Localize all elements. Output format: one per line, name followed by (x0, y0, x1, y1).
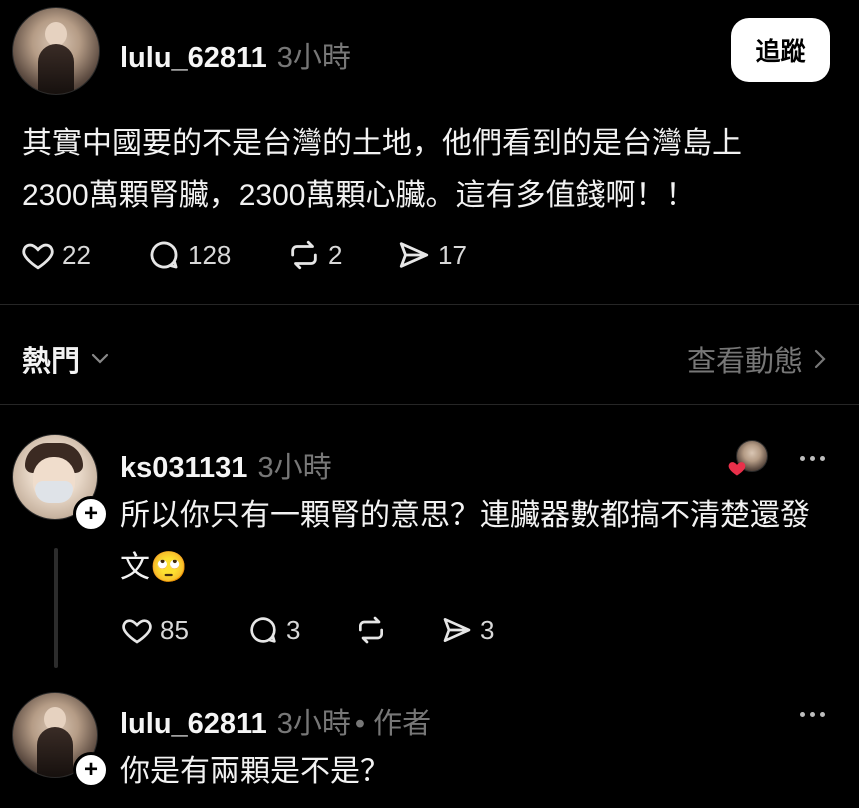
send-icon (399, 242, 429, 268)
comment-icon (250, 617, 276, 643)
view-activity-link[interactable]: 查看動態 (687, 338, 827, 380)
heart-icon (22, 243, 54, 270)
share-button[interactable]: 3 (440, 614, 494, 646)
comment-button[interactable]: 3 (246, 614, 300, 646)
like-button[interactable]: 22 (20, 238, 91, 272)
follow-button-label: 追蹤 (755, 38, 806, 66)
heart-icon (122, 619, 152, 644)
post-actions: 22 128 2 17 (20, 236, 520, 276)
sort-dropdown[interactable]: 熱門 (22, 338, 110, 380)
repost-button[interactable]: 2 (286, 238, 342, 272)
post-time: 3小時 (276, 42, 351, 74)
comment-text-line: 文🙄 (120, 551, 188, 584)
comment-header: ks031131 3小時 (120, 444, 332, 486)
comment-time: 3小時 (257, 452, 332, 484)
chevron-down-icon (91, 353, 109, 364)
post-text-line: 2300萬顆腎臟，2300萬顆心臟。這有多值錢啊！！ (22, 179, 696, 212)
follow-plus-button[interactable]: + (73, 752, 109, 788)
follow-plus-button[interactable]: + (73, 496, 109, 532)
share-count: 17 (438, 239, 467, 270)
view-activity-label: 查看動態 (686, 346, 803, 378)
like-count: 85 (160, 614, 189, 645)
comment-icon (150, 241, 178, 269)
repost-icon (359, 616, 383, 644)
comment-button[interactable]: 128 (146, 238, 231, 272)
more-options-button[interactable] (800, 456, 825, 461)
share-button[interactable]: 17 (396, 238, 467, 272)
repost-button[interactable] (354, 614, 388, 646)
repost-count: 2 (328, 239, 343, 270)
comment-username[interactable]: ks031131 (120, 452, 247, 485)
thread-line (54, 548, 58, 668)
more-options-button[interactable] (800, 712, 825, 717)
post-text-line: 其實中國要的不是台灣的土地，他們看到的是台灣島上 (22, 127, 742, 160)
share-count: 3 (480, 614, 495, 645)
comment-username[interactable]: lulu_62811 (120, 708, 267, 741)
comment-text-line: 所以你只有一顆腎的意思？連臟器數都搞不清楚還發 (120, 499, 810, 532)
comment-text: 所以你只有一顆腎的意思？連臟器數都搞不清楚還發 文🙄 (120, 490, 840, 594)
divider (0, 404, 859, 405)
post-username[interactable]: lulu_62811 (120, 42, 267, 75)
post-header: lulu_62811 3小時 (120, 34, 351, 76)
comment-text: 你是有兩顆是不是？ (120, 755, 390, 788)
post-avatar[interactable] (12, 7, 100, 95)
comment-header: lulu_62811 3小時 • 作者 (120, 700, 431, 742)
comment-count: 128 (188, 239, 232, 270)
divider (0, 304, 859, 305)
comment-count: 3 (286, 614, 301, 645)
author-liked-badge (728, 440, 768, 476)
like-button[interactable]: 85 (120, 614, 189, 646)
author-tag: • 作者 (354, 708, 432, 740)
sort-label: 熱門 (22, 346, 81, 378)
like-count: 22 (62, 239, 91, 270)
repost-icon (291, 240, 317, 270)
post-text: 其實中國要的不是台灣的土地，他們看到的是台灣島上 2300萬顆腎臟，2300萬顆… (22, 118, 842, 222)
comment-actions: 85 3 3 (120, 614, 540, 654)
follow-button[interactable]: 追蹤 (731, 18, 830, 82)
chevron-right-icon (814, 349, 826, 369)
comment-time: 3小時 (276, 708, 351, 740)
send-icon (443, 618, 471, 642)
heart-icon (728, 462, 746, 476)
